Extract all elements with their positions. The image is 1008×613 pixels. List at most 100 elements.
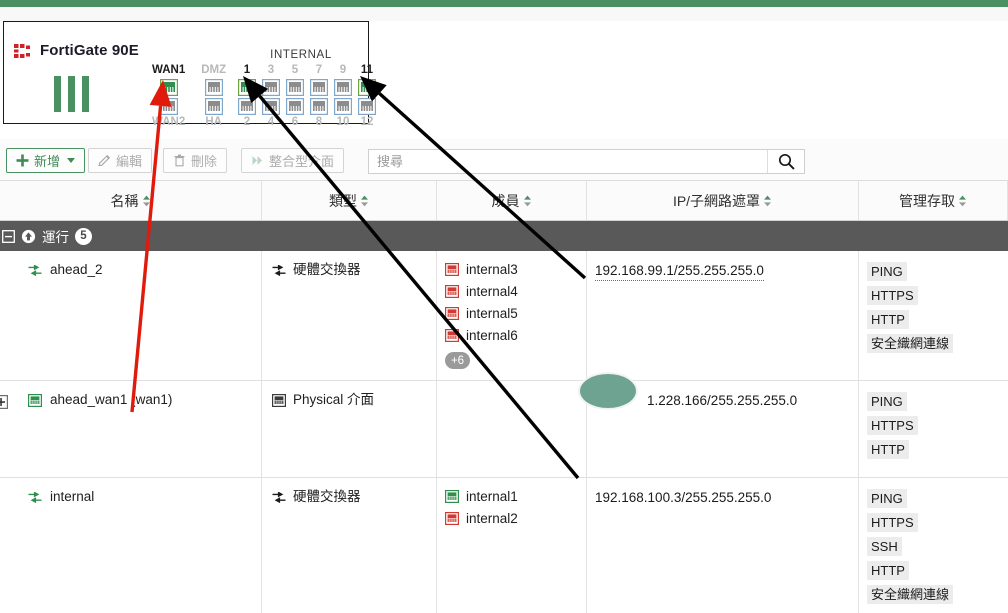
cell-type: 硬體交換器	[262, 478, 437, 613]
collapse-minus-box-icon[interactable]	[2, 229, 15, 243]
port-jack-bottom[interactable]	[334, 97, 352, 116]
access-badge: HTTPS	[867, 286, 918, 305]
table-row[interactable]: ahead_2 硬體交換器 internal3 internal4 intern…	[0, 251, 1008, 381]
port-icon	[445, 490, 459, 503]
port-jack-bottom[interactable]	[286, 97, 304, 116]
cell-ip: 192.168.99.1/255.255.255.0	[587, 251, 859, 380]
port-jack-top[interactable]	[286, 78, 304, 97]
search-button[interactable]	[767, 150, 804, 173]
column-header-label: 管理存取	[899, 192, 955, 209]
device-topology-panel: FortiGate 90E INTERNAL WAN1 WAN2 DMZ HA …	[3, 21, 376, 128]
table-row[interactable]: ahead_wan1 (wan1) Physical 介面 1.228.166/…	[0, 381, 1008, 478]
column-header[interactable]: IP/子網路遮罩	[587, 181, 859, 220]
sort-arrows-icon[interactable]	[360, 195, 369, 207]
sort-arrows-icon[interactable]	[142, 195, 151, 207]
port-label-bottom: 8	[315, 116, 323, 128]
port-jack-bottom[interactable]	[262, 97, 280, 116]
delete-button[interactable]: 刪除	[163, 148, 228, 173]
cell-admin-access: PING HTTPS SSH HTTP 安全織網連線	[859, 478, 1008, 613]
member-item: internal6	[445, 328, 586, 343]
physical-port-icon	[272, 394, 287, 408]
port-column[interactable]: 3 4	[262, 64, 280, 130]
sort-arrows-icon[interactable]	[958, 195, 967, 207]
access-badge: HTTPS	[867, 513, 918, 532]
pencil-icon	[98, 154, 111, 167]
device-header: FortiGate 90E	[14, 42, 139, 59]
port-jack-bottom[interactable]	[204, 97, 223, 116]
port-jack-top[interactable]	[238, 78, 256, 97]
column-header[interactable]: 名稱	[0, 181, 262, 220]
member-item: internal2	[445, 511, 586, 526]
port-jack-top[interactable]	[262, 78, 280, 97]
access-badge: HTTP	[867, 561, 909, 580]
port-jack-bottom[interactable]	[238, 97, 256, 116]
internal-group-label: INTERNAL	[270, 49, 332, 61]
member-label: internal3	[466, 262, 518, 277]
port-jack-bottom[interactable]	[358, 97, 376, 116]
column-header[interactable]: 管理存取	[859, 181, 1008, 220]
access-badge: HTTP	[867, 440, 909, 459]
port-label-bottom: 10	[336, 116, 350, 128]
fortinet-logo-icon	[14, 43, 30, 58]
table-row[interactable]: internal 硬體交換器 internal1 internal2 192.1…	[0, 478, 1008, 613]
delete-label: 刪除	[191, 154, 218, 169]
members-overflow-badge[interactable]: +6	[445, 352, 470, 369]
edit-label: 編輯	[116, 154, 143, 169]
port-icon	[445, 329, 459, 342]
column-header[interactable]: 類型	[262, 181, 437, 220]
port-jack-bottom[interactable]	[159, 97, 178, 116]
port-jack-top[interactable]	[334, 78, 352, 97]
port-jack-top[interactable]	[310, 78, 328, 97]
ip-netmask-label: 192.168.99.1/255.255.255.0	[595, 263, 764, 281]
trash-icon	[174, 154, 185, 167]
status-led-bars-icon	[54, 76, 89, 112]
port-column[interactable]: 7 8	[310, 64, 328, 130]
edit-button[interactable]: 編輯	[88, 148, 153, 173]
port-icon	[445, 263, 459, 276]
group-header-row[interactable]: 運行 5	[0, 221, 1008, 251]
port-column[interactable]: 11 12	[358, 64, 376, 130]
create-new-button[interactable]: 新增	[6, 148, 86, 173]
member-item: internal4	[445, 284, 586, 299]
group-status-label: 運行	[42, 230, 69, 245]
port-jack-bottom[interactable]	[310, 97, 328, 116]
column-header[interactable]: 成員	[437, 181, 587, 220]
plus-icon	[16, 154, 29, 167]
port-column[interactable]: 5 6	[286, 64, 304, 130]
table-body: 運行 5 ahead_2 硬體交換器 internal3 internal4 i…	[0, 221, 1008, 613]
search-box[interactable]	[368, 149, 805, 174]
port-jack-top[interactable]	[159, 78, 178, 97]
led-bar	[82, 76, 89, 112]
port-column[interactable]: WAN1 WAN2	[152, 64, 185, 130]
search-input[interactable]	[369, 150, 767, 173]
port-column[interactable]: 9 10	[334, 64, 352, 130]
cell-type: Physical 介面	[262, 381, 437, 477]
expand-plus-box-icon[interactable]	[0, 395, 8, 409]
group-count-badge: 5	[75, 227, 92, 245]
port-column[interactable]: DMZ HA	[201, 64, 226, 130]
member-item: internal5	[445, 306, 586, 321]
port-label-top: 3	[267, 64, 275, 76]
sort-arrows-icon[interactable]	[523, 195, 532, 207]
port-column[interactable]: 1 2	[238, 64, 256, 130]
cell-members: internal1 internal2	[437, 478, 587, 613]
port-label-top: DMZ	[201, 64, 227, 76]
member-label: internal1	[466, 489, 518, 504]
port-label-top: 11	[360, 64, 374, 76]
hardware-switch-icon	[28, 492, 42, 503]
access-badge: HTTPS	[867, 416, 918, 435]
interface-type-label: Physical 介面	[293, 392, 375, 407]
device-model-label: FortiGate 90E	[40, 42, 139, 59]
aggregate-interface-button[interactable]: 整合型介面	[241, 148, 345, 173]
interface-type-label: 硬體交換器	[293, 262, 361, 277]
port-jack-top[interactable]	[358, 78, 376, 97]
chevron-down-icon	[67, 158, 76, 163]
hardware-switch-icon	[28, 265, 42, 276]
sort-arrows-icon[interactable]	[763, 195, 772, 207]
led-bar	[68, 76, 75, 112]
ip-redaction-oval	[578, 372, 638, 410]
port-icon	[445, 512, 459, 525]
port-jack-top[interactable]	[204, 78, 223, 97]
access-badge: PING	[867, 262, 907, 281]
member-item: internal3	[445, 262, 586, 277]
